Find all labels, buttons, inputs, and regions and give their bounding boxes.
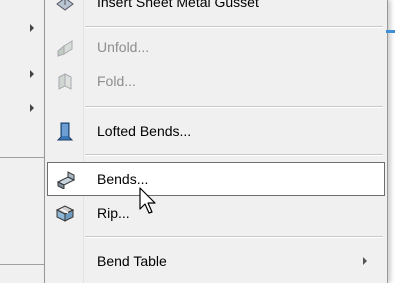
menu-item-label: Unfold... <box>97 39 150 55</box>
menu-item-label: Fold... <box>97 73 136 89</box>
menu-item-gusset[interactable]: Insert Sheet Metal Gusset <box>47 0 385 19</box>
bends-icon <box>56 169 76 190</box>
mouse-pointer-icon <box>139 187 161 217</box>
menu-separator-highlight <box>85 107 383 108</box>
fold-icon <box>55 71 75 91</box>
parent-menu-separator <box>0 157 44 158</box>
gusset-icon <box>55 0 75 12</box>
menu-item-label: Bend Table <box>97 253 167 269</box>
rip-icon <box>55 203 75 223</box>
menu-item-rip[interactable]: Rip... <box>47 196 385 230</box>
menu-item-bend-table[interactable]: Bend Table <box>47 244 385 278</box>
accent-bar <box>386 30 395 33</box>
parent-submenu-arrow-icon[interactable] <box>30 70 34 78</box>
submenu-arrow-icon <box>363 257 367 265</box>
lofted-bends-icon <box>55 121 75 141</box>
menu-separator-highlight <box>85 27 383 28</box>
menu-item-label: Insert Sheet Metal Gusset <box>97 0 259 10</box>
menu-item-label: Rip... <box>97 205 130 221</box>
parent-submenu-arrow-icon[interactable] <box>30 104 34 112</box>
unfold-icon <box>55 37 75 57</box>
menu-item-fold[interactable]: Fold... <box>47 64 385 98</box>
menu-item-bends[interactable]: Bends... <box>47 162 385 196</box>
menu-separator-highlight <box>85 155 383 156</box>
menu-item-label: Lofted Bends... <box>97 123 192 139</box>
sheet-metal-context-menu: Insert Sheet Metal Gusset Unfold... Fold… <box>44 0 388 283</box>
menu-item-lofted-bends[interactable]: Lofted Bends... <box>47 114 385 148</box>
parent-menu-separator <box>0 264 44 265</box>
parent-submenu-arrow-icon[interactable] <box>30 24 34 32</box>
menu-separator-highlight <box>85 237 383 238</box>
parent-menu <box>0 0 44 283</box>
menu-item-unfold[interactable]: Unfold... <box>47 30 385 64</box>
